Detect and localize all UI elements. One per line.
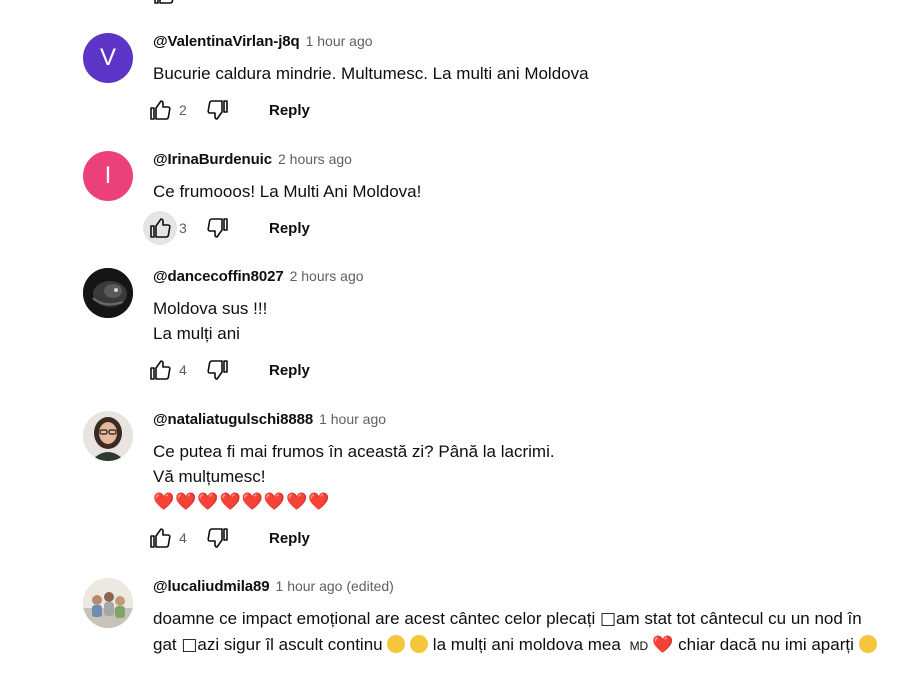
thumbs-up-icon	[150, 528, 171, 548]
previous-comment-actions	[152, 0, 176, 6]
thumbs-down-icon	[207, 218, 228, 238]
comment-author[interactable]: @dancecoffin8027	[153, 268, 284, 285]
comment-text: doamne ce impact emoțional are acest cân…	[153, 606, 888, 659]
reply-button[interactable]: Reply	[259, 214, 320, 243]
avatar-letter: V	[99, 44, 116, 71]
dislike-button[interactable]	[201, 353, 235, 387]
comment-author[interactable]: @nataliatugulschi8888	[153, 411, 313, 428]
comment-text: Bucurie caldura mindrie. Multumesc. La m…	[153, 64, 589, 83]
comment: I @IrinaBurdenuic 2 hours ago Ce frumooo…	[83, 151, 903, 245]
avatar-letter: I	[104, 162, 112, 189]
comments-section: V @ValentinaVirlan-j8q 1 hour ago Bucuri…	[0, 0, 915, 693]
reply-button[interactable]: Reply	[259, 356, 320, 385]
comment-time[interactable]: 1 hour ago	[319, 411, 386, 427]
dislike-button[interactable]	[201, 521, 235, 555]
like-count: 2	[179, 102, 187, 118]
comment-time[interactable]: 1 hour ago (edited)	[276, 578, 394, 594]
comment: @lucaliudmila89 1 hour ago (edited) doam…	[83, 578, 903, 659]
avatar[interactable]: I	[83, 151, 133, 201]
like-count: 3	[179, 220, 187, 236]
like-button[interactable]	[143, 211, 177, 245]
thumbs-down-icon	[207, 528, 228, 548]
crying-face-icon	[858, 635, 877, 653]
avatar[interactable]	[83, 578, 133, 628]
comment-text: Ce putea fi mai frumos în această zi? Pâ…	[153, 439, 893, 514]
comment-time[interactable]: 1 hour ago	[306, 33, 373, 49]
thumbs-down-icon	[207, 360, 228, 380]
thumbs-up-icon	[150, 360, 171, 380]
avatar[interactable]	[83, 411, 133, 461]
comment: @dancecoffin8027 2 hours ago Moldova sus…	[83, 268, 903, 387]
comment-actions: 3 Reply	[143, 211, 893, 245]
comment-text: Ce frumooos! La Multi Ani Moldova!	[153, 182, 422, 201]
hearts-emoji-row: ❤️❤️❤️❤️❤️❤️❤️❤️	[153, 492, 331, 511]
comment-author[interactable]: @lucaliudmila89	[153, 578, 270, 595]
comment: @nataliatugulschi8888 1 hour ago Ce pute…	[83, 411, 903, 555]
like-count: 4	[179, 530, 187, 546]
dislike-button[interactable]	[201, 211, 235, 245]
like-icon[interactable]	[152, 0, 176, 11]
like-button[interactable]	[143, 353, 177, 387]
crying-face-icon	[387, 635, 406, 653]
comment-actions: 4 Reply	[143, 353, 893, 387]
moldova-flag-icon: MD	[629, 639, 649, 653]
avatar-image	[83, 411, 133, 461]
comment-text: Moldova sus !!! La mulți ani	[153, 299, 268, 343]
thumbs-down-icon	[207, 100, 228, 120]
like-button[interactable]	[143, 521, 177, 555]
dislike-button[interactable]	[201, 93, 235, 127]
avatar[interactable]	[83, 268, 133, 318]
like-count: 4	[179, 362, 187, 378]
smiling-face-icon	[410, 635, 429, 653]
thumbs-up-icon	[150, 100, 171, 120]
thumbs-up-icon	[150, 218, 171, 238]
comment-time[interactable]: 2 hours ago	[290, 268, 364, 284]
comment-author[interactable]: @ValentinaVirlan-j8q	[153, 33, 300, 50]
heart-icon: ❤️	[652, 635, 674, 654]
comment-author[interactable]: @IrinaBurdenuic	[153, 151, 272, 168]
comment: V @ValentinaVirlan-j8q 1 hour ago Bucuri…	[83, 33, 903, 127]
avatar[interactable]: V	[83, 33, 133, 83]
reply-button[interactable]: Reply	[259, 524, 320, 553]
comment-time[interactable]: 2 hours ago	[278, 151, 352, 167]
avatar-image	[83, 578, 133, 628]
like-button[interactable]	[143, 93, 177, 127]
avatar-image	[83, 268, 133, 318]
comment-actions: 4 Reply	[143, 521, 893, 555]
reply-button[interactable]: Reply	[259, 96, 320, 125]
comment-actions: 2 Reply	[143, 93, 893, 127]
